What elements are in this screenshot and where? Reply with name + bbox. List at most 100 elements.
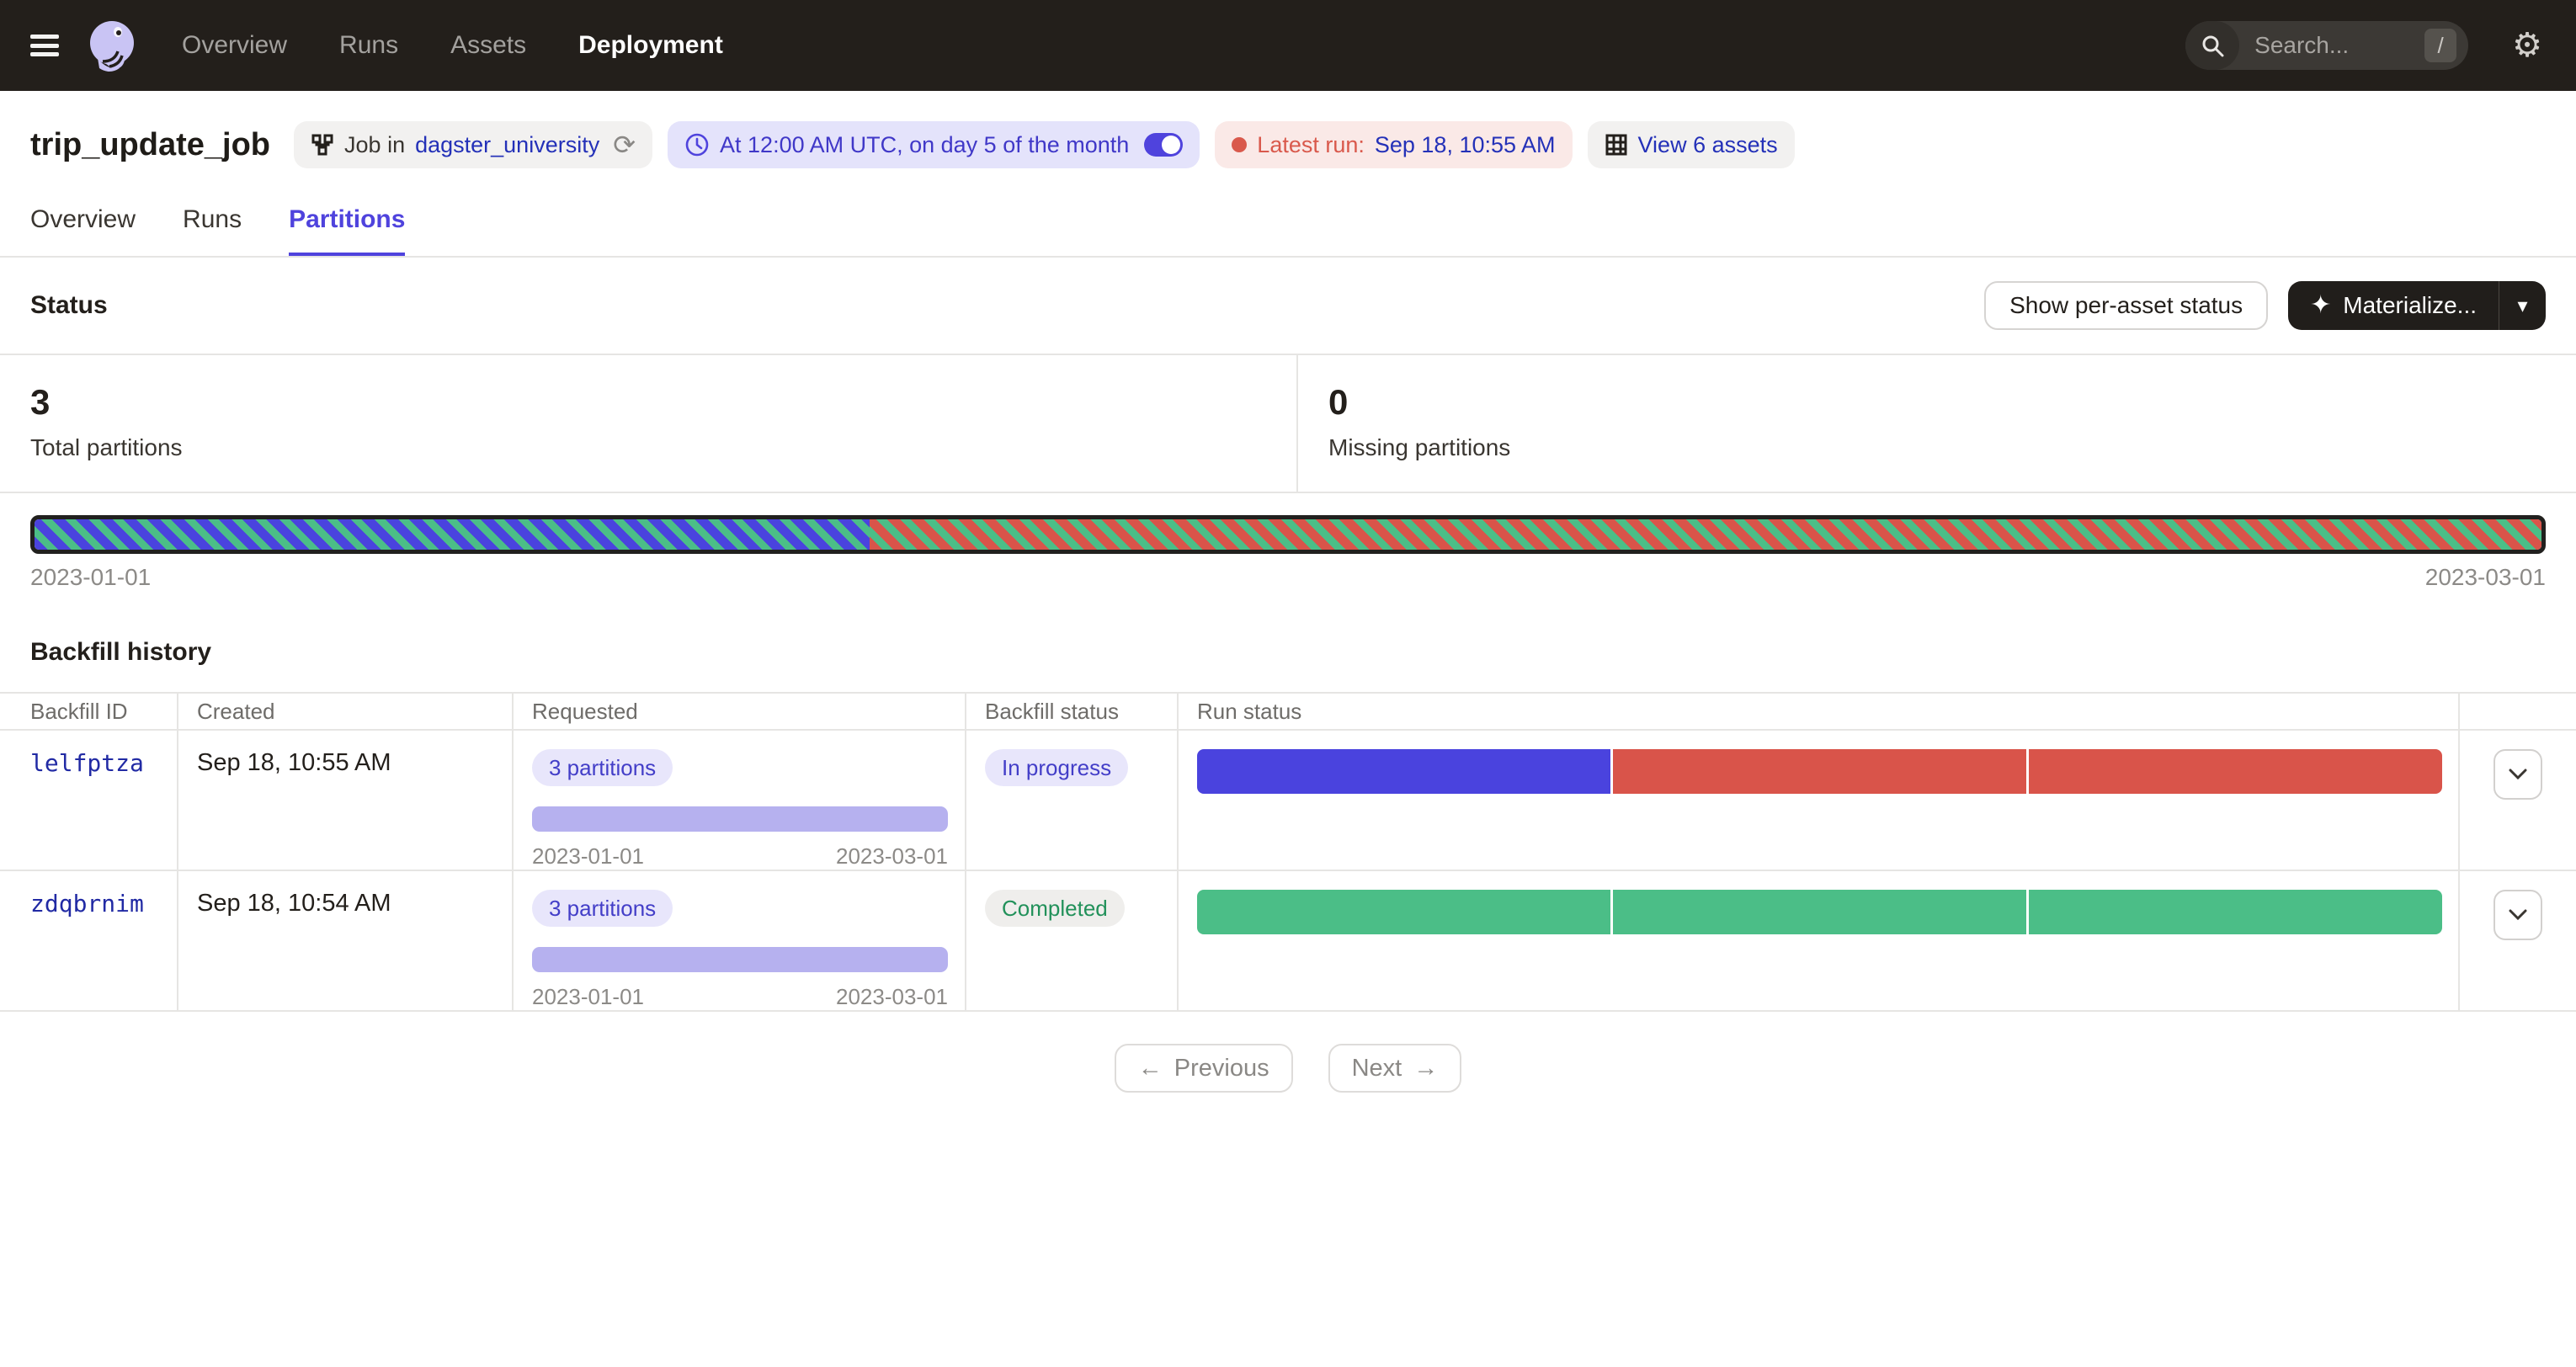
backfill-status-badge: In progress	[985, 749, 1128, 786]
job-location-badge: Job in dagster_university ⟳	[294, 121, 652, 168]
schedule-toggle[interactable]	[1144, 133, 1183, 157]
right-arrow-icon: →	[1413, 1055, 1438, 1082]
backfill-status-badge: Completed	[985, 890, 1125, 927]
search-placeholder: Search...	[2239, 32, 2424, 59]
view-assets-badge: View 6 assets	[1588, 121, 1795, 168]
job-tabs: Overview Runs Partitions	[30, 205, 2546, 256]
schedule-badge: At 12:00 AM UTC, on day 5 of the month	[668, 121, 1200, 168]
previous-label: Previous	[1174, 1055, 1269, 1082]
top-nav-links: Overview Runs Assets Deployment	[182, 31, 723, 60]
partition-health-section: 2023-01-01 2023-03-01	[0, 493, 2576, 616]
missing-partitions-value: 0	[1328, 382, 1510, 423]
search-icon	[2185, 21, 2239, 70]
tab-runs[interactable]: Runs	[183, 205, 242, 256]
status-heading: Status	[30, 291, 108, 320]
tab-overview[interactable]: Overview	[30, 205, 136, 256]
chevron-down-icon	[2509, 769, 2527, 780]
run-status-segment[interactable]	[2029, 749, 2442, 794]
nav-runs[interactable]: Runs	[339, 31, 398, 60]
latest-run-link[interactable]: Sep 18, 10:55 AM	[1375, 132, 1556, 158]
partition-stats: 3 Total partitions 0 Missing partitions	[0, 355, 2576, 493]
total-partitions-stat: 3 Total partitions	[0, 355, 1298, 492]
dagster-logo-icon[interactable]	[86, 18, 141, 73]
page-title: trip_update_job	[30, 127, 270, 163]
range-start-date: 2023-01-01	[532, 984, 644, 1010]
clock-icon	[684, 132, 710, 157]
run-status-segment[interactable]	[1613, 890, 2026, 934]
sparkle-icon: ✦	[2310, 293, 2331, 318]
pagination: ← Previous Next →	[0, 1044, 2576, 1093]
materialize-dropdown-button[interactable]: ▾	[2499, 281, 2546, 330]
col-run-status: Run status	[1178, 693, 2459, 730]
table-header-row: Backfill ID Created Requested Backfill s…	[0, 693, 2576, 730]
app-root: Overview Runs Assets Deployment Search..…	[0, 0, 2576, 1367]
run-status-bar[interactable]	[1197, 749, 2442, 794]
show-per-asset-status-button[interactable]: Show per-asset status	[1984, 281, 2268, 330]
caret-down-icon: ▾	[2517, 294, 2527, 318]
menu-icon[interactable]	[30, 35, 59, 56]
asset-grid-icon	[1605, 133, 1628, 157]
refresh-icon[interactable]: ⟳	[613, 129, 636, 161]
job-graph-icon	[311, 133, 334, 157]
health-start-date: 2023-01-01	[30, 564, 151, 591]
run-status-bar[interactable]	[1197, 890, 2442, 934]
health-end-date: 2023-03-01	[2425, 564, 2546, 591]
backfill-id-link[interactable]: zdqbrnim	[30, 890, 144, 918]
col-actions	[2459, 693, 2576, 730]
previous-page-button[interactable]: ← Previous	[1115, 1044, 1293, 1093]
table-row: lelfptza Sep 18, 10:55 AM 3 partitions 2…	[0, 730, 2576, 870]
range-start-date: 2023-01-01	[532, 843, 644, 870]
partition-health-bar[interactable]	[30, 515, 2546, 554]
next-page-button[interactable]: Next →	[1328, 1044, 1462, 1093]
row-expand-button[interactable]	[2494, 749, 2542, 800]
materialize-button-group: ✦ Materialize... ▾	[2288, 281, 2546, 330]
left-arrow-icon: ←	[1138, 1055, 1163, 1082]
materialize-button[interactable]: ✦ Materialize...	[2288, 281, 2499, 330]
job-badge-prefix: Job in	[344, 132, 405, 158]
range-end-date: 2023-03-01	[836, 843, 948, 870]
requested-partitions-badge[interactable]: 3 partitions	[532, 749, 673, 786]
range-end-date: 2023-03-01	[836, 984, 948, 1010]
gear-icon[interactable]: ⚙	[2512, 29, 2542, 62]
row-expand-button[interactable]	[2494, 890, 2542, 940]
search-shortcut-key: /	[2424, 29, 2456, 62]
nav-deployment[interactable]: Deployment	[578, 31, 723, 60]
total-partitions-label: Total partitions	[30, 434, 1266, 461]
total-partitions-value: 3	[30, 382, 1266, 423]
run-status-segment[interactable]	[1197, 890, 1610, 934]
nav-overview[interactable]: Overview	[182, 31, 287, 60]
chevron-down-icon	[2509, 909, 2527, 921]
missing-partitions-label: Missing partitions	[1328, 434, 1510, 461]
requested-range-bar	[532, 947, 948, 972]
health-bar-segment	[35, 519, 870, 550]
view-assets-link[interactable]: View 6 assets	[1638, 132, 1778, 158]
top-nav: Overview Runs Assets Deployment Search..…	[0, 0, 2576, 91]
backfill-history-table: Backfill ID Created Requested Backfill s…	[0, 692, 2576, 1012]
job-location-link[interactable]: dagster_university	[415, 132, 599, 158]
missing-partitions-stat: 0 Missing partitions	[1298, 355, 1541, 492]
run-status-segment[interactable]	[1197, 749, 1610, 794]
failure-status-dot-icon	[1232, 137, 1247, 152]
health-bar-segment	[870, 519, 2541, 550]
page-header: trip_update_job Job in dagster_universit…	[0, 91, 2576, 256]
nav-assets[interactable]: Assets	[450, 31, 526, 60]
run-status-segment[interactable]	[2029, 890, 2442, 934]
run-status-segment[interactable]	[1613, 749, 2026, 794]
backfill-history-heading: Backfill history	[0, 616, 2576, 692]
requested-partitions-badge[interactable]: 3 partitions	[532, 890, 673, 927]
schedule-label: At 12:00 AM UTC, on day 5 of the month	[720, 132, 1129, 158]
latest-run-badge: Latest run: Sep 18, 10:55 AM	[1215, 121, 1572, 168]
requested-range-bar	[532, 806, 948, 832]
next-label: Next	[1352, 1055, 1402, 1082]
tab-partitions[interactable]: Partitions	[289, 205, 405, 256]
backfill-id-link[interactable]: lelfptza	[30, 749, 144, 777]
created-timestamp: Sep 18, 10:54 AM	[197, 890, 391, 917]
col-requested: Requested	[513, 693, 966, 730]
created-timestamp: Sep 18, 10:55 AM	[197, 749, 391, 776]
status-section-header: Status Show per-asset status ✦ Materiali…	[0, 258, 2576, 355]
table-row: zdqbrnim Sep 18, 10:54 AM 3 partitions 2…	[0, 870, 2576, 1011]
materialize-label: Materialize...	[2343, 292, 2477, 319]
search-input[interactable]: Search... /	[2185, 21, 2468, 70]
col-backfill-status: Backfill status	[966, 693, 1178, 730]
col-backfill-id: Backfill ID	[0, 693, 178, 730]
